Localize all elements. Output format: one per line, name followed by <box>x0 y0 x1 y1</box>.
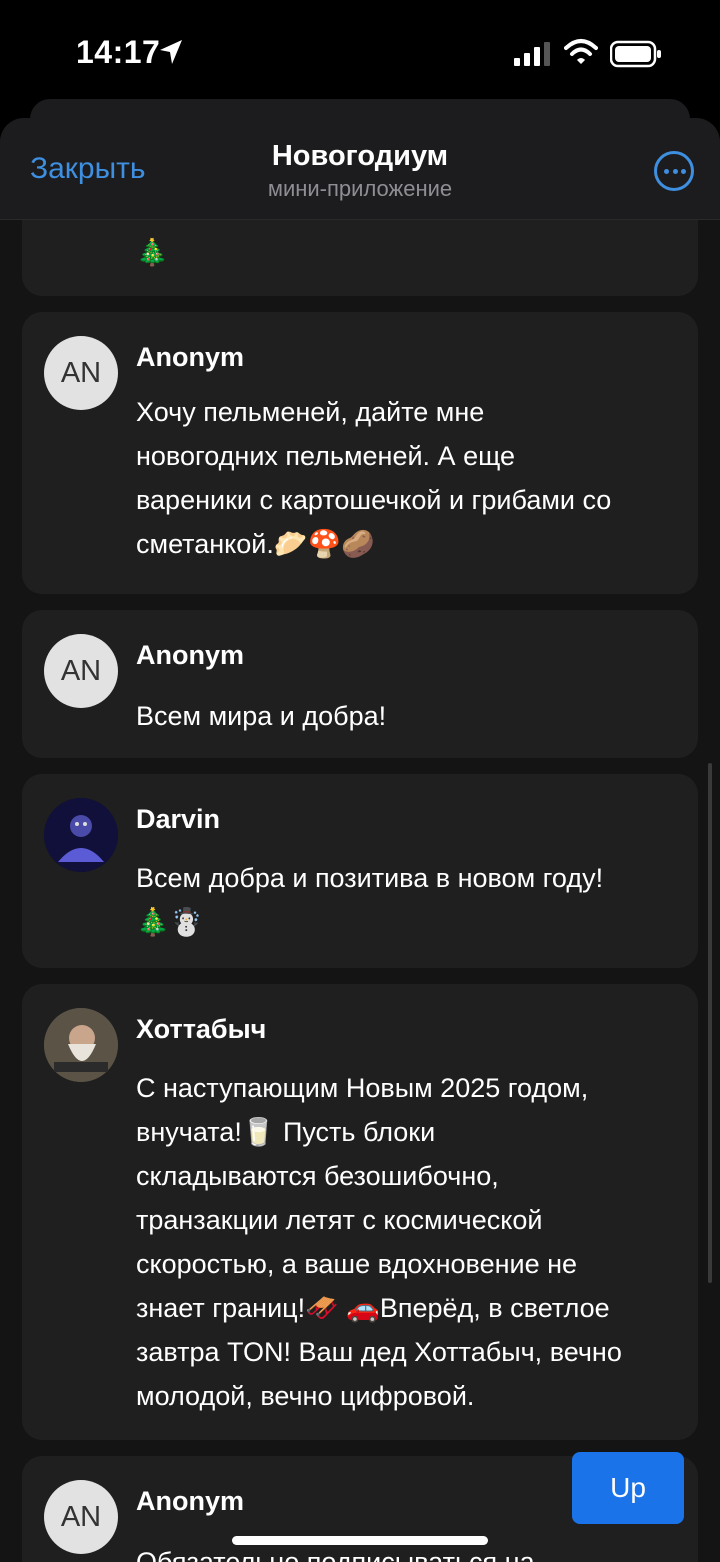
status-bar: 14:17 <box>0 0 720 100</box>
message-line: скоростью, а ваше вдохновение не <box>136 1249 578 1279</box>
avatar-image-icon <box>44 1008 118 1082</box>
message-card: Darvin Всем добра и позитива в новом год… <box>22 774 698 968</box>
message-author: Anonym <box>136 640 244 670</box>
app-title: Новогодиум <box>271 140 449 172</box>
home-indicator[interactable] <box>232 1536 488 1545</box>
avatar[interactable]: AN <box>44 634 118 708</box>
message-line: внучата!🥛 Пусть блоки <box>136 1117 436 1147</box>
message-line: 🎄☃️ <box>136 907 204 937</box>
message-card: AN Anonym Всем мира и добра! <box>22 610 698 758</box>
message-card: AN Anonym Хочу пельменей, дайте мне ново… <box>22 312 698 594</box>
message-line: Хочу пельменей, дайте мне <box>136 397 485 427</box>
avatar[interactable]: AN <box>44 1480 118 1554</box>
status-time: 14:17 <box>76 34 161 70</box>
avatar-image-icon <box>44 798 118 872</box>
scrollbar[interactable] <box>708 763 712 1283</box>
avatar[interactable] <box>44 798 118 872</box>
avatar[interactable]: AN <box>44 336 118 410</box>
message-author: Darvin <box>136 804 221 834</box>
app-subtitle: мини-приложение <box>267 176 453 201</box>
mini-app-sheet: Закрыть Новогодиум мини-приложение 🎄 AN … <box>0 118 720 1562</box>
wifi-icon <box>564 39 598 64</box>
avatar[interactable] <box>44 1008 118 1082</box>
message-line: вареники с картошечкой и грибами со <box>136 485 612 515</box>
message-line: С наступающим Новым 2025 годом, <box>136 1073 589 1103</box>
message-line: транзакции летят с космической <box>136 1205 543 1235</box>
battery-icon <box>610 40 661 68</box>
message-line: молодой, вечно цифровой. <box>136 1381 475 1411</box>
message-line: Всем мира и добра! <box>136 701 387 731</box>
message-line: знает границ!🛷 🚗Вперёд, в светлое <box>136 1293 610 1323</box>
message-text: Всем мира и добра! <box>136 694 686 738</box>
location-arrow-icon <box>160 40 182 64</box>
message-line: Всем добра и позитива в новом году! <box>136 863 604 893</box>
message-card: Хоттабыч С наступающим Новым 2025 годом,… <box>22 984 698 1440</box>
message-text: 🎄 <box>136 237 169 267</box>
message-line: складываются безошибочно, <box>136 1161 499 1191</box>
more-options-icon[interactable] <box>654 151 694 191</box>
message-line: завтра TON! Ваш дед Хоттабыч, вечно <box>136 1337 622 1367</box>
scroll-up-button[interactable]: Up <box>572 1452 684 1524</box>
message-author: Anonym <box>136 342 244 372</box>
message-text: С наступающим Новым 2025 годом, внучата!… <box>136 1066 686 1418</box>
mini-app-header: Закрыть Новогодиум мини-приложение <box>0 118 720 220</box>
message-text: Всем добра и позитива в новом году! 🎄☃️ <box>136 856 686 944</box>
message-line: сметанкой.🥟🍄🥔 <box>136 529 375 559</box>
cellular-signal-icon <box>514 42 550 66</box>
message-author: Anonym <box>136 1486 244 1516</box>
message-line: новогодних пельменей. А еще <box>136 441 516 471</box>
message-author: Хоттабыч <box>136 1014 267 1044</box>
message-text: Хочу пельменей, дайте мне новогодних пел… <box>136 390 686 566</box>
